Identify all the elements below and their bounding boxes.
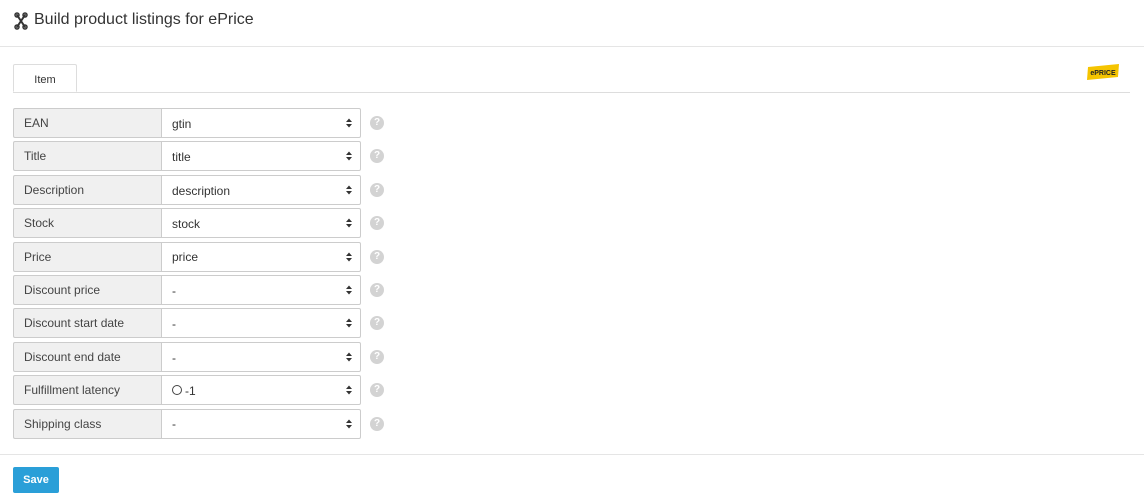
help-icon[interactable]: ? — [370, 116, 384, 130]
field-mapping-select[interactable]: - — [161, 308, 361, 339]
field-row: Shipping class -? — [13, 408, 403, 439]
field-mapping-select[interactable]: description — [161, 174, 361, 205]
help-icon[interactable]: ? — [370, 349, 384, 364]
field-label: Description — [13, 174, 161, 205]
page-footer: Save — [0, 454, 1144, 501]
field-mapping-select[interactable]: -1 — [161, 375, 361, 406]
page-title: Build product listings for ePrice — [34, 11, 254, 28]
sort-caret-icon — [346, 385, 352, 395]
sort-caret-icon — [346, 118, 352, 128]
svg-text:ePRICE: ePRICE — [1090, 70, 1116, 77]
select-value: - — [172, 283, 176, 298]
field-row: EAN gtin? — [13, 108, 403, 138]
radio-circle-icon — [172, 385, 182, 396]
sort-caret-icon — [346, 185, 352, 195]
select-value: stock — [172, 217, 201, 232]
field-label: Price — [13, 241, 161, 272]
page-header: Build product listings for ePrice — [0, 0, 1144, 47]
wrench-cross-icon — [14, 12, 28, 30]
help-icon[interactable]: ? — [370, 149, 384, 164]
field-label: Stock — [13, 208, 161, 239]
field-row: Stock stock? — [13, 208, 403, 239]
field-mapping-select[interactable]: price — [161, 241, 361, 272]
select-value: price — [172, 250, 199, 265]
field-row: Discount end date -? — [13, 341, 403, 372]
field-label: Discount end date — [13, 341, 161, 372]
select-value: - — [172, 350, 176, 365]
field-mapping-select[interactable]: title — [161, 141, 361, 172]
field-label: Discount price — [13, 275, 161, 305]
field-label: Discount start date — [13, 308, 161, 339]
help-icon[interactable]: ? — [370, 316, 384, 331]
field-label: EAN — [13, 108, 161, 138]
save-button[interactable]: Save — [13, 467, 59, 493]
field-mapping-select[interactable]: - — [161, 408, 361, 439]
field-mapping-select[interactable]: stock — [161, 208, 361, 239]
select-value: -1 — [185, 384, 196, 399]
select-value: description — [172, 183, 231, 198]
field-mapping-select[interactable]: - — [161, 341, 361, 372]
field-row: Description description? — [13, 174, 403, 205]
sort-caret-icon — [346, 151, 352, 161]
field-row: Discount price -? — [13, 275, 403, 305]
tab-item[interactable]: Item — [13, 64, 77, 92]
field-mapping-select[interactable]: - — [161, 275, 361, 305]
select-value: - — [172, 417, 176, 432]
help-icon[interactable]: ? — [370, 283, 384, 297]
help-icon[interactable]: ? — [370, 182, 384, 197]
select-value: title — [172, 150, 191, 165]
field-mapping-select[interactable]: gtin — [161, 108, 361, 138]
field-row: Fulfillment latency -1? — [13, 375, 403, 406]
sort-caret-icon — [346, 252, 352, 262]
field-label: Fulfillment latency — [13, 375, 161, 406]
field-label: Title — [13, 141, 161, 172]
field-row: Title title? — [13, 141, 403, 172]
tab-bar: Item ePRICE — [13, 64, 1130, 93]
help-icon[interactable]: ? — [370, 416, 384, 431]
help-icon[interactable]: ? — [370, 249, 384, 264]
sort-caret-icon — [346, 352, 352, 362]
sort-caret-icon — [346, 285, 352, 295]
select-value: gtin — [172, 116, 192, 131]
field-label: Shipping class — [13, 408, 161, 439]
field-row: Price price? — [13, 241, 403, 272]
sort-caret-icon — [346, 419, 352, 429]
help-icon[interactable]: ? — [370, 216, 384, 231]
field-row: Discount start date -? — [13, 308, 403, 339]
eprice-logo: ePRICE — [1087, 64, 1119, 80]
select-value: - — [172, 317, 176, 332]
help-icon[interactable]: ? — [370, 383, 384, 398]
sort-caret-icon — [346, 318, 352, 328]
sort-caret-icon — [346, 218, 352, 228]
